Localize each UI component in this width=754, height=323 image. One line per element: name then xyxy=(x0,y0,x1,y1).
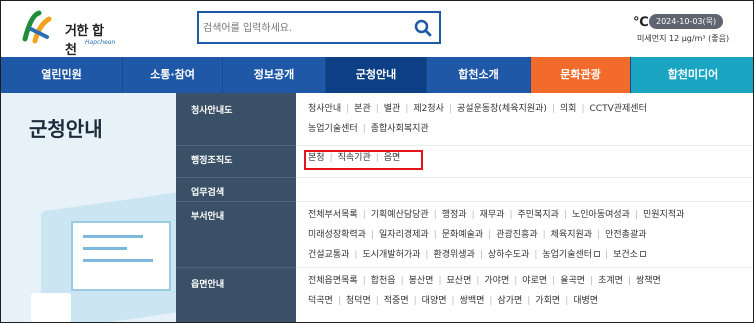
link-item[interactable]: 전체부서목록 xyxy=(308,205,358,225)
illustration-monitor xyxy=(71,221,171,291)
search-box xyxy=(197,11,441,44)
link-item[interactable]: 쌍백면 xyxy=(460,291,485,311)
weather-temp-unit: ℃ xyxy=(633,15,649,30)
link-item[interactable]: 기획예산담당관 xyxy=(371,205,429,225)
link-item[interactable]: CCTV관제센터 xyxy=(590,99,647,119)
link-item[interactable]: 적중면 xyxy=(384,291,409,311)
link-list: 전체읍면목록 | 합천읍 | 봉산면 | 묘산면 | 가야면 | 야로면 | 율곡면 | 초계면 | 쌍책면 덕곡… xyxy=(308,271,738,311)
illustration-document xyxy=(31,293,71,322)
link-item[interactable]: 문화예술과 xyxy=(442,225,483,245)
section-title: 군청안내 xyxy=(29,117,103,141)
link-item[interactable]: 도시개발허가과 xyxy=(362,245,420,265)
nav-item-open-civil[interactable]: 열린민원 xyxy=(1,57,123,93)
illustration-line xyxy=(83,247,127,250)
nav-item-media[interactable]: 합천미디어 xyxy=(631,57,753,93)
highlight-box xyxy=(304,150,423,170)
link-item[interactable]: 주민복지과 xyxy=(518,205,559,225)
link-item[interactable]: 미래성장확력과 xyxy=(308,225,366,245)
link-item[interactable]: 청덕면 xyxy=(346,291,371,311)
search-input[interactable] xyxy=(203,19,403,37)
link-item[interactable]: 대양면 xyxy=(422,291,447,311)
link-item[interactable]: 안전총괄과 xyxy=(605,225,646,245)
link-item[interactable]: 율곡면 xyxy=(560,271,585,291)
page-frame: 거한 합천 Hapcheon ℃ 2024-10-03(목) 미세먼지 12 μ… xyxy=(0,0,754,323)
sitemap-row-organization: 행정조직도 본청 | 직속기관 | 읍면 xyxy=(176,145,753,177)
nav-item-info-disclosure[interactable]: 정보공개 xyxy=(223,57,326,93)
fine-dust-info: 미세먼지 12 μg/m³ (좋음) xyxy=(637,34,730,43)
link-item[interactable]: 대병면 xyxy=(573,291,598,311)
link-item[interactable]: 농업기술센터 xyxy=(542,245,592,265)
logo-mark-icon xyxy=(22,10,52,44)
illustration-line xyxy=(83,235,143,238)
link-item[interactable]: 야로면 xyxy=(522,271,547,291)
link-item[interactable]: 민원지적과 xyxy=(643,205,684,225)
sitemap-row-departments: 부서안내 전체부서목록 | 기획예산담당관 | 행정과 | 재무과 | 주민복지과 | 노인아동여성… xyxy=(176,201,753,267)
nav-item-culture-tourism[interactable]: 문화관광 xyxy=(531,57,631,93)
link-item[interactable]: 봉산면 xyxy=(409,271,434,291)
row-heading[interactable]: 청사안내도 xyxy=(191,103,232,116)
sitemap-panel: 청사안내도 청사안내 | 본관 | 별관 | 제2청사 | 공설운동장(체육지원과) | 의회 | CC… xyxy=(176,93,753,322)
link-item[interactable]: 별관 xyxy=(384,99,401,119)
external-link-icon xyxy=(594,251,601,257)
link-item[interactable]: 재무과 xyxy=(480,205,505,225)
link-item[interactable]: 상하수도과 xyxy=(488,245,529,265)
row-heading[interactable]: 행정조직도 xyxy=(191,153,232,166)
external-link-icon xyxy=(639,251,646,257)
link-item[interactable]: 쌍책면 xyxy=(636,271,661,291)
illustration-line xyxy=(83,259,153,262)
link-item[interactable]: 삼가면 xyxy=(497,291,522,311)
row-heading[interactable]: 업무검색 xyxy=(191,185,224,198)
site-header: 거한 합천 Hapcheon ℃ 2024-10-03(목) 미세먼지 12 μ… xyxy=(1,1,753,58)
link-item[interactable]: 청사안내 xyxy=(308,99,341,119)
sitemap-row-towns: 읍면안내 전체읍면목록 | 합천읍 | 봉산면 | 묘산면 | 가야면 | 야로면 | 율곡면 | 초계면 |… xyxy=(176,267,753,322)
link-item[interactable]: 노인아동여성과 xyxy=(572,205,630,225)
link-item[interactable]: 본관 xyxy=(354,99,371,119)
nav-item-communication[interactable]: 소통·참여 xyxy=(123,57,223,93)
link-item[interactable]: 덕곡면 xyxy=(308,291,333,311)
link-item[interactable]: 공설운동장(체육지원과) xyxy=(457,99,547,119)
sitemap-row-work-search: 업무검색 xyxy=(176,177,753,201)
logo-subtext: Hapcheon xyxy=(85,39,116,46)
link-item[interactable]: 가회면 xyxy=(535,291,560,311)
hapcheon-logo[interactable]: 거한 합천 Hapcheon xyxy=(21,9,115,58)
link-item[interactable]: 제2청사 xyxy=(413,99,444,119)
nav-item-county-guide[interactable]: 군청안내 xyxy=(326,57,427,93)
link-item[interactable]: 종합사회복지관 xyxy=(371,119,429,139)
main-nav: 열린민원 소통·참여 정보공개 군청안내 합천소개 문화관광 합천미디어 xyxy=(1,57,753,93)
link-item[interactable]: 행정과 xyxy=(442,205,467,225)
link-item[interactable]: 합천읍 xyxy=(371,271,396,291)
row-heading[interactable]: 읍면안내 xyxy=(191,277,224,290)
link-item[interactable]: 환경위생과 xyxy=(433,245,474,265)
link-item[interactable]: 농업기술센터 xyxy=(308,119,358,139)
link-item[interactable]: 건설교통과 xyxy=(308,245,349,265)
link-item[interactable]: 체육지원과 xyxy=(551,225,592,245)
sitemap-row-building: 청사안내도 청사안내 | 본관 | 별관 | 제2청사 | 공설운동장(체육지원과) | 의회 | CC… xyxy=(176,93,753,145)
link-item[interactable]: 관광진흥과 xyxy=(496,225,537,245)
link-item[interactable]: 묘산면 xyxy=(447,271,472,291)
link-item[interactable]: 일자리경제과 xyxy=(379,225,429,245)
row-heading[interactable]: 부서안내 xyxy=(191,209,224,222)
link-item[interactable]: 초계면 xyxy=(598,271,623,291)
side-panel: 군청안내 xyxy=(1,93,176,322)
link-item[interactable]: 의회 xyxy=(560,99,577,119)
date-badge: 2024-10-03(목) xyxy=(649,14,724,29)
nav-item-about-hapcheon[interactable]: 합천소개 xyxy=(427,57,531,93)
link-item[interactable]: 보건소 xyxy=(613,245,638,265)
link-list: 전체부서목록 | 기획예산담당관 | 행정과 | 재무과 | 주민복지과 | 노인아동여성과 | 민원지… xyxy=(308,205,738,265)
link-item[interactable]: 가야면 xyxy=(484,271,509,291)
link-list: 청사안내 | 본관 | 별관 | 제2청사 | 공설운동장(체육지원과) | 의회 | CCTV관제센터… xyxy=(308,99,738,139)
link-item[interactable]: 전체읍면목록 xyxy=(308,271,358,291)
search-icon[interactable] xyxy=(413,18,433,38)
